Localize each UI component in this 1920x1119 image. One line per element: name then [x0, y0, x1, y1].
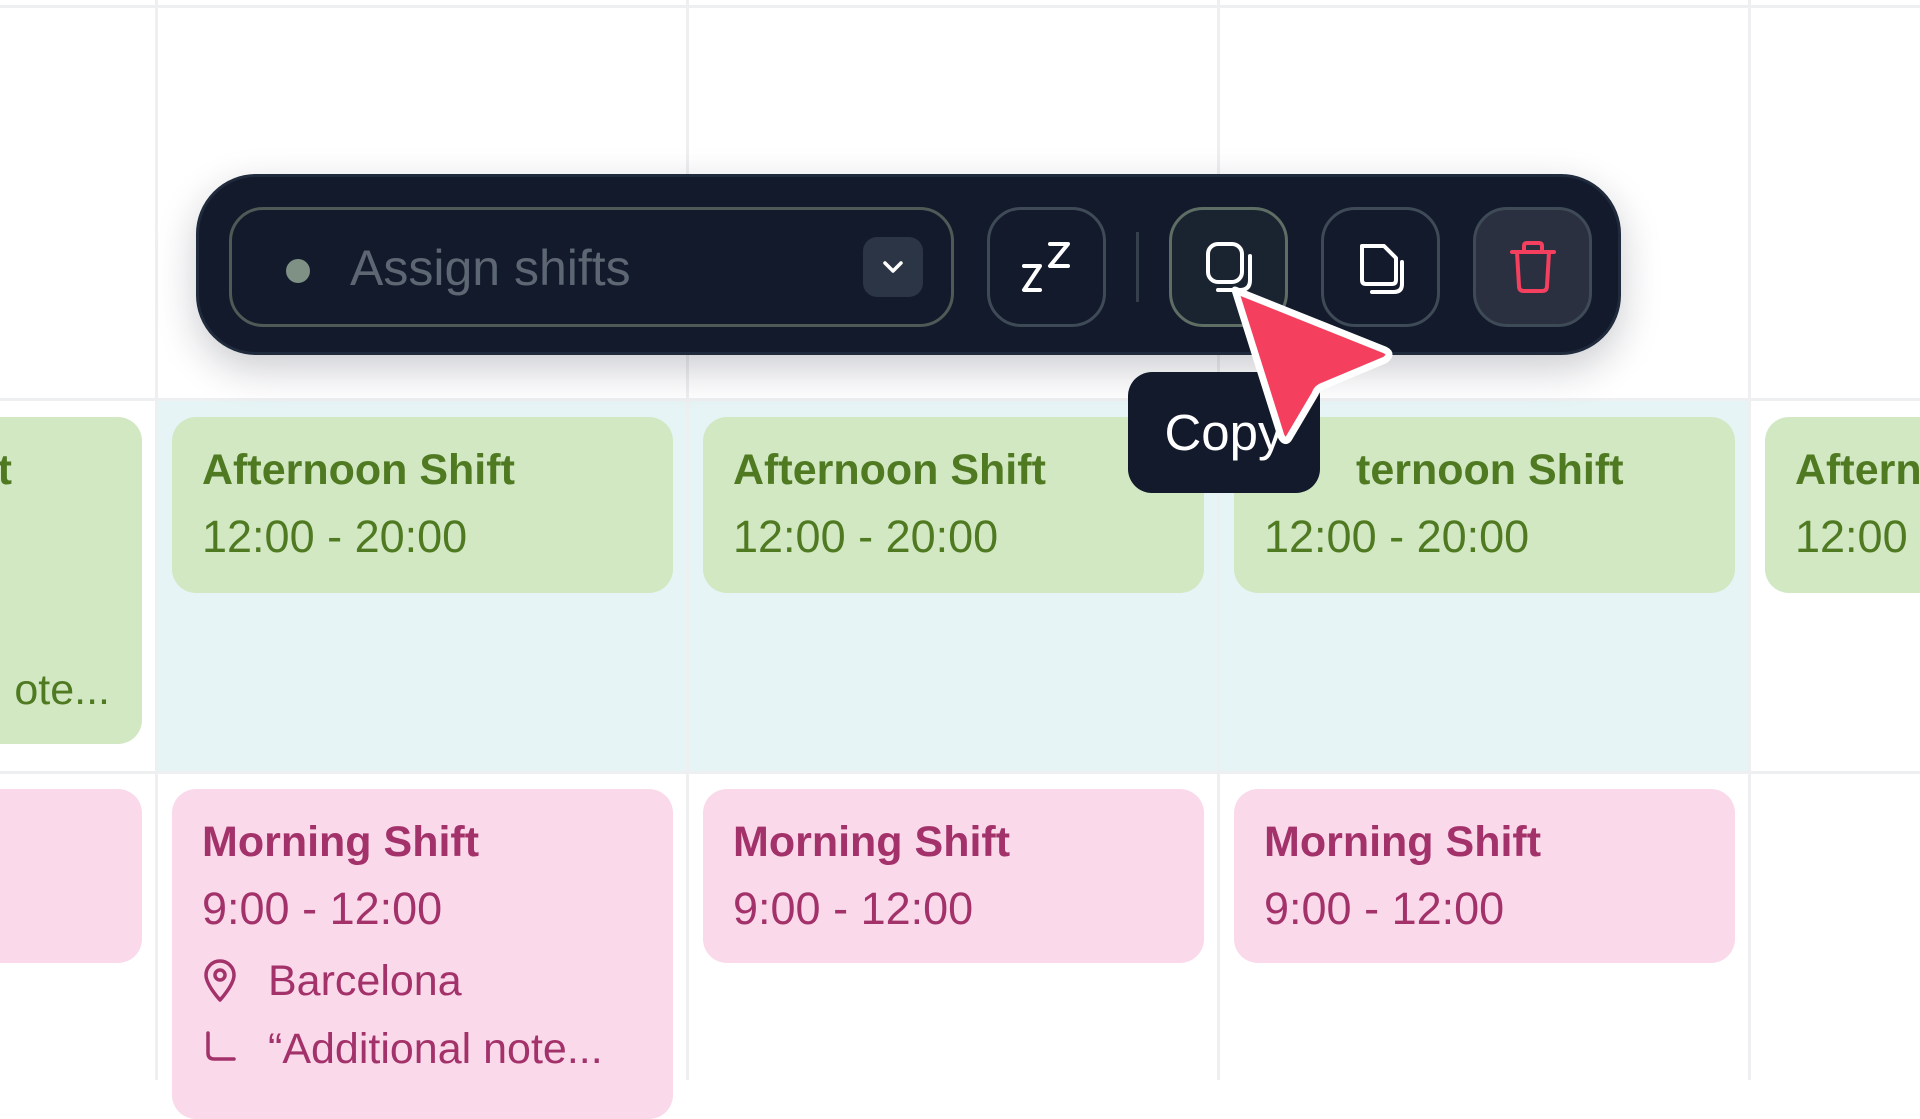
- grid-line: [1217, 0, 1220, 1080]
- location-label: Barcelona: [268, 957, 462, 1005]
- shift-title: Afternoon Shift: [202, 446, 515, 494]
- shift-title: Aftern: [1795, 446, 1920, 494]
- shift-time: 9:00 - 12:00: [202, 883, 443, 934]
- shift-card-morning[interactable]: Morning Shift 9:00 - 12:00: [1234, 789, 1735, 963]
- grid-line: [155, 0, 158, 1080]
- delete-button[interactable]: [1473, 207, 1592, 327]
- shift-title: Morning Shift: [733, 818, 1011, 866]
- shift-title: Morning Shift: [202, 818, 480, 866]
- assign-shifts-placeholder: Assign shifts: [350, 240, 631, 296]
- trash-icon: [1509, 241, 1556, 293]
- note-text: “Additional note...: [268, 1025, 603, 1073]
- grid-line: [1748, 0, 1751, 1080]
- shift-time: 12:00 - 20:00: [202, 511, 468, 562]
- grid-line: [686, 0, 689, 1080]
- shift-card-morning[interactable]: [0, 789, 142, 963]
- chevron-down-icon[interactable]: [863, 237, 923, 297]
- shift-time: 12:00 - 20:00: [1264, 511, 1530, 562]
- shift-card-afternoon[interactable]: t ote...: [0, 417, 142, 744]
- shift-card-morning[interactable]: Morning Shift 9:00 - 12:00 Barcelona “Ad…: [172, 789, 673, 1119]
- status-dot: [286, 259, 310, 283]
- shift-title: Afternoon Shift: [733, 446, 1046, 494]
- sleep-icon: [1021, 242, 1070, 292]
- shift-card-afternoon[interactable]: Afternoon Shift 12:00 - 20:00: [172, 417, 673, 593]
- toolbar-divider: [1136, 232, 1139, 302]
- shift-time: 12:00: [1795, 511, 1908, 562]
- day-off-button[interactable]: [987, 207, 1106, 327]
- shift-title: Morning Shift: [1264, 818, 1542, 866]
- shift-time: 9:00 - 12:00: [733, 883, 974, 934]
- shift-card-afternoon[interactable]: Aftern 12:00: [1765, 417, 1920, 593]
- shift-note: “Additional note...: [202, 1023, 643, 1075]
- pointer-cursor-icon: [1231, 286, 1393, 445]
- shift-note: ote...: [14, 666, 110, 714]
- shift-title: t: [0, 446, 12, 494]
- location-pin-icon: [204, 959, 236, 1002]
- shift-time: 12:00 - 20:00: [733, 511, 999, 562]
- shift-card-morning[interactable]: Morning Shift 9:00 - 12:00: [703, 789, 1204, 963]
- bulk-action-toolbar: Assign shifts: [196, 174, 1621, 355]
- shift-time: 9:00 - 12:00: [1264, 883, 1505, 934]
- shift-location: Barcelona: [202, 955, 643, 1007]
- reply-corner-icon: [206, 1031, 236, 1061]
- grid-line: [0, 5, 1920, 8]
- grid-line: [0, 771, 1920, 774]
- shift-title: ternoon Shift: [1356, 446, 1624, 494]
- assign-shifts-select[interactable]: Assign shifts: [229, 207, 954, 327]
